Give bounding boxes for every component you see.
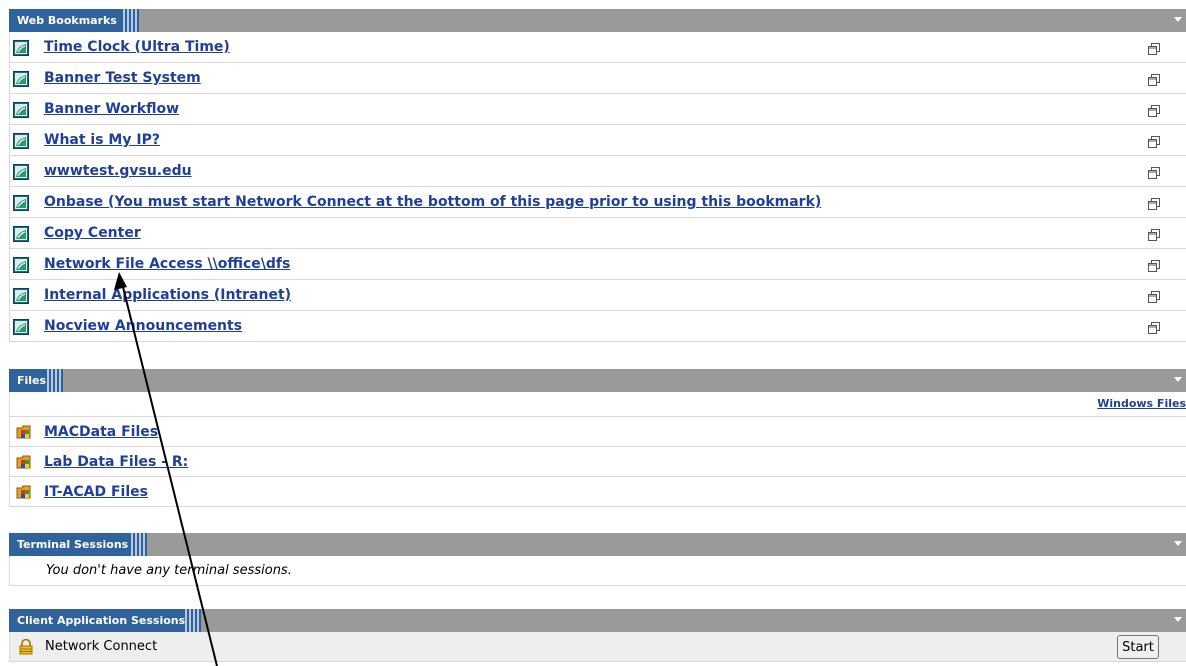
panel-grip [131, 533, 147, 556]
web-bookmark-icon [13, 288, 29, 308]
bookmark-link-what-is-my-ip[interactable]: What is My IP? [44, 125, 160, 156]
terminal-sessions-header: Terminal Sessions [9, 533, 1186, 556]
bookmark-row: Copy Center [10, 218, 1186, 249]
files-panel: Files Windows Files MACData Files Lab Da… [9, 369, 1186, 507]
open-new-window-icon[interactable] [1148, 71, 1160, 90]
bookmark-link-onbase[interactable]: Onbase (You must start Network Connect a… [44, 187, 821, 218]
bookmark-link-time-clock[interactable]: Time Clock (Ultra Time) [44, 32, 230, 63]
web-bookmark-icon [13, 319, 29, 339]
collapse-triangle-icon[interactable] [1174, 617, 1182, 622]
bookmark-row: Internal Applications (Intranet) [10, 280, 1186, 311]
bookmark-link-copy-center[interactable]: Copy Center [44, 218, 141, 249]
files-list: Windows Files MACData Files Lab Data Fil… [9, 392, 1186, 507]
web-bookmark-icon [13, 226, 29, 246]
file-link-it-acad[interactable]: IT-ACAD Files [44, 477, 148, 507]
open-new-window-icon[interactable] [1148, 226, 1160, 245]
lock-icon [18, 638, 34, 659]
web-bookmark-icon [13, 71, 29, 91]
web-bookmarks-title: Web Bookmarks [9, 9, 125, 32]
client-application-sessions-title: Client Application Sessions [9, 609, 194, 632]
bookmark-row: Onbase (You must start Network Connect a… [10, 187, 1186, 218]
open-new-window-icon[interactable] [1148, 102, 1160, 121]
terminal-sessions-panel: Terminal Sessions You don't have any ter… [9, 533, 1186, 586]
network-connect-start-button[interactable]: Start [1117, 635, 1159, 659]
network-connect-label: Network Connect [45, 639, 158, 654]
file-link-lab-data[interactable]: Lab Data Files - R: [44, 447, 188, 477]
windows-folder-icon [16, 424, 32, 444]
bookmark-link-internal-applications[interactable]: Internal Applications (Intranet) [44, 280, 291, 311]
web-bookmarks-panel: Web Bookmarks Time Clock (Ultra Time) Ba… [9, 9, 1186, 342]
collapse-triangle-icon[interactable] [1174, 377, 1182, 382]
bookmark-link-banner-test[interactable]: Banner Test System [44, 63, 201, 94]
bookmark-row: Nocview Announcements [10, 311, 1186, 342]
terminal-sessions-empty-message: You don't have any terminal sessions. [46, 563, 292, 578]
bookmark-row: Network File Access \\office\dfs [10, 249, 1186, 280]
web-bookmark-icon [13, 164, 29, 184]
file-row: IT-ACAD Files [10, 477, 1186, 507]
open-new-window-icon[interactable] [1148, 133, 1160, 152]
bookmark-row: Banner Test System [10, 63, 1186, 94]
file-row: Lab Data Files - R: [10, 447, 1186, 477]
client-session-row: Network Connect Start [10, 632, 1186, 662]
client-application-sessions-panel: Client Application Sessions Network Conn… [9, 609, 1186, 662]
panel-grip [123, 9, 139, 32]
open-new-window-icon[interactable] [1148, 319, 1160, 338]
web-bookmarks-list: Time Clock (Ultra Time) Banner Test Syst… [9, 32, 1186, 342]
web-bookmark-icon [13, 257, 29, 277]
terminal-sessions-empty-row: You don't have any terminal sessions. [10, 556, 1186, 586]
panel-grip [185, 609, 201, 632]
web-bookmark-icon [13, 102, 29, 122]
windows-files-row: Windows Files [10, 392, 1186, 417]
terminal-sessions-title: Terminal Sessions [9, 533, 137, 556]
open-new-window-icon[interactable] [1148, 40, 1160, 59]
web-bookmark-icon [13, 195, 29, 215]
web-bookmark-icon [13, 40, 29, 60]
client-application-sessions-header: Client Application Sessions [9, 609, 1186, 632]
open-new-window-icon[interactable] [1148, 257, 1160, 276]
open-new-window-icon[interactable] [1148, 164, 1160, 183]
windows-files-link[interactable]: Windows Files [1097, 397, 1186, 410]
file-link-macdata[interactable]: MACData Files [44, 417, 158, 447]
bookmark-link-banner-workflow[interactable]: Banner Workflow [44, 94, 179, 125]
bookmark-row: What is My IP? [10, 125, 1186, 156]
file-row: MACData Files [10, 417, 1186, 447]
open-new-window-icon[interactable] [1148, 195, 1160, 214]
windows-folder-icon [16, 484, 32, 504]
terminal-sessions-body: You don't have any terminal sessions. [9, 556, 1186, 586]
bookmark-link-wwwtest[interactable]: wwwtest.gvsu.edu [44, 156, 192, 187]
bookmark-row: Time Clock (Ultra Time) [10, 32, 1186, 63]
files-header: Files [9, 369, 1186, 392]
web-bookmark-icon [13, 133, 29, 153]
collapse-triangle-icon[interactable] [1174, 541, 1182, 546]
bookmark-row: wwwtest.gvsu.edu [10, 156, 1186, 187]
bookmark-row: Banner Workflow [10, 94, 1186, 125]
bookmark-link-network-file-access[interactable]: Network File Access \\office\dfs [44, 249, 290, 280]
bookmark-link-nocview[interactable]: Nocview Announcements [44, 311, 242, 342]
open-new-window-icon[interactable] [1148, 288, 1160, 307]
client-application-sessions-body: Network Connect Start [9, 632, 1186, 662]
web-bookmarks-header: Web Bookmarks [9, 9, 1186, 32]
panel-grip [47, 369, 63, 392]
collapse-triangle-icon[interactable] [1174, 17, 1182, 22]
windows-folder-icon [16, 454, 32, 474]
